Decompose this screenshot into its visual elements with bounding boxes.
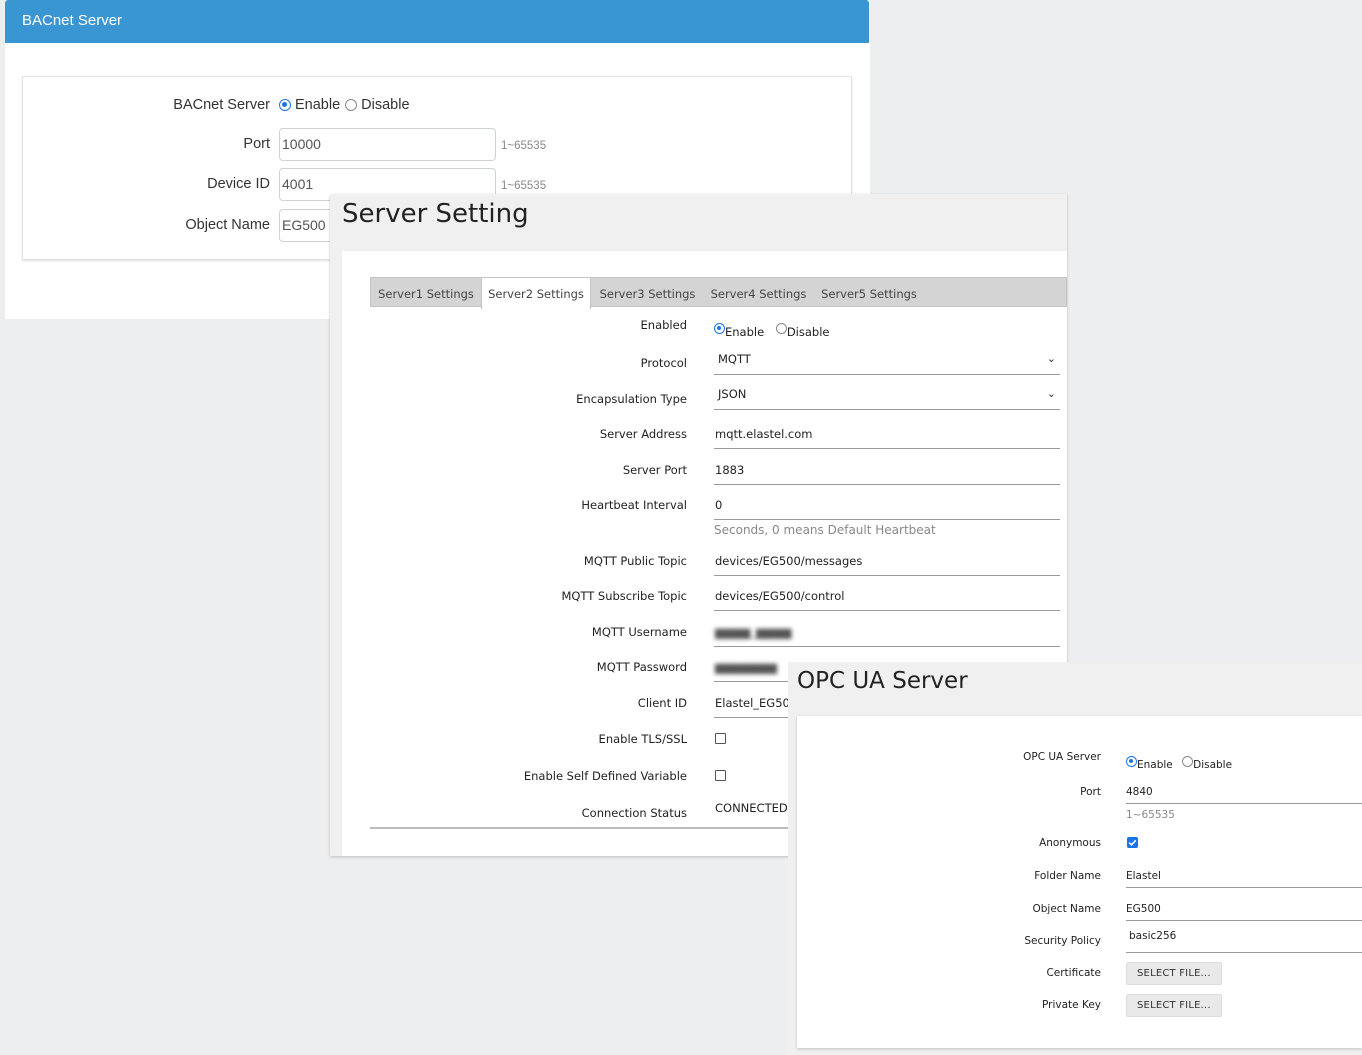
server-address-label: Server Address bbox=[599, 427, 687, 441]
bacnet-object-name-label: Object Name bbox=[185, 217, 270, 233]
protocol-label: Protocol bbox=[640, 356, 687, 370]
disable-radio-label[interactable]: Disable bbox=[361, 97, 409, 113]
mqtt-password-label: MQTT Password bbox=[596, 660, 687, 674]
heartbeat-interval-hint: Seconds, 0 means Default Heartbeat bbox=[714, 523, 936, 537]
mqtt-username-input[interactable]: ▆▆▆▆_▆▆▆▆ bbox=[714, 625, 1060, 647]
enable-self-defined-variable-checkbox[interactable] bbox=[715, 770, 726, 781]
tab-server4[interactable]: Server4 Settings bbox=[703, 278, 814, 308]
opc-enable-radio[interactable] bbox=[1126, 756, 1137, 767]
chevron-down-icon: ⌄ bbox=[1046, 352, 1056, 365]
folder-name-label: Folder Name bbox=[1034, 870, 1101, 882]
bacnet-header-title: BACnet Server bbox=[22, 12, 123, 29]
mqtt-username-blurred: ▆▆▆▆_▆▆▆▆ bbox=[715, 625, 792, 639]
opc-ua-body: OPC UA Server Enable Disable Port 4840 1… bbox=[797, 716, 1362, 1048]
mqtt-public-topic-label: MQTT Public Topic bbox=[583, 554, 687, 568]
anonymous-checkbox[interactable] bbox=[1127, 837, 1138, 848]
disable-radio[interactable] bbox=[345, 99, 358, 111]
bacnet-port-label: Port bbox=[243, 136, 270, 152]
client-id-label: Client ID bbox=[637, 696, 687, 710]
opc-object-name-label: Object Name bbox=[1032, 903, 1101, 915]
opc-object-name-input[interactable]: EG500 bbox=[1126, 903, 1362, 921]
mqtt-public-topic-input[interactable]: devices/EG500/messages bbox=[714, 554, 1060, 576]
opc-port-label: Port bbox=[1080, 786, 1101, 798]
mqtt-username-label: MQTT Username bbox=[591, 625, 687, 639]
opc-ua-panel: OPC UA Server OPC UA Server Enable Disab… bbox=[788, 662, 1362, 1055]
bacnet-enable-row: BACnet Server Enable Disable bbox=[23, 89, 853, 123]
bacnet-port-hint: 1~65535 bbox=[501, 140, 547, 152]
tab-server2[interactable]: Server2 Settings bbox=[481, 278, 591, 309]
enable-self-defined-variable-label: Enable Self Defined Variable bbox=[523, 769, 687, 783]
security-policy-label: Security Policy bbox=[1024, 935, 1101, 947]
mqtt-password-blurred: ▆▆▆▆▆▆▆ bbox=[715, 660, 777, 674]
enable-tls-ssl-label: Enable TLS/SSL bbox=[598, 732, 687, 746]
opc-disable-label[interactable]: Disable bbox=[1193, 759, 1232, 771]
server-address-input[interactable]: mqtt.elastel.com bbox=[714, 427, 1060, 449]
bacnet-enable-label: BACnet Server bbox=[173, 97, 270, 113]
server-port-label: Server Port bbox=[622, 463, 687, 477]
server-setting-title: Server Setting bbox=[342, 199, 529, 229]
certificate-label: Certificate bbox=[1046, 967, 1101, 979]
bacnet-header: BACnet Server bbox=[5, 0, 869, 43]
server-tabs: Server1 Settings Server2 Settings Server… bbox=[370, 277, 1067, 309]
tab-server5[interactable]: Server5 Settings bbox=[814, 278, 924, 308]
enable-radio-label[interactable]: Enable bbox=[295, 97, 340, 113]
folder-name-input[interactable]: Elastel bbox=[1126, 870, 1362, 888]
tab-server3[interactable]: Server3 Settings bbox=[592, 278, 703, 308]
bacnet-device-id-label: Device ID bbox=[207, 176, 270, 192]
opc-ua-server-label: OPC UA Server bbox=[1023, 751, 1101, 763]
opc-port-hint: 1~65535 bbox=[1126, 809, 1175, 821]
enabled-radios: Enable Disable bbox=[714, 323, 830, 339]
private-key-select-file-button[interactable]: SELECT FILE... bbox=[1126, 994, 1222, 1017]
bacnet-device-id-hint: 1~65535 bbox=[501, 180, 547, 192]
enabled-disable-label[interactable]: Disable bbox=[787, 325, 830, 339]
enabled-enable-label[interactable]: Enable bbox=[725, 325, 764, 339]
connection-status-label: Connection Status bbox=[581, 806, 687, 820]
server-port-input[interactable]: 1883 bbox=[714, 463, 1060, 485]
anonymous-label: Anonymous bbox=[1039, 837, 1101, 849]
enabled-label: Enabled bbox=[640, 318, 687, 332]
enabled-enable-radio[interactable] bbox=[714, 323, 725, 334]
enable-tls-ssl-checkbox[interactable] bbox=[715, 733, 726, 744]
opc-enable-label[interactable]: Enable bbox=[1137, 759, 1173, 771]
opc-ua-server-radios: Enable Disable bbox=[1126, 756, 1232, 771]
opc-ua-title: OPC UA Server bbox=[797, 668, 968, 694]
private-key-label: Private Key bbox=[1042, 999, 1101, 1011]
protocol-select[interactable]: MQTT ⌄ bbox=[714, 352, 1060, 375]
connection-status-value: CONNECTED bbox=[715, 801, 788, 815]
protocol-value: MQTT bbox=[718, 352, 751, 366]
opc-port-input[interactable]: 4840 bbox=[1126, 786, 1362, 804]
security-policy-select[interactable]: basic256 bbox=[1126, 930, 1362, 953]
encapsulation-type-label: Encapsulation Type bbox=[576, 392, 687, 406]
heartbeat-interval-label: Heartbeat Interval bbox=[581, 498, 687, 512]
enabled-disable-radio[interactable] bbox=[775, 323, 787, 334]
bacnet-enable-radios: Enable Disable bbox=[279, 97, 410, 113]
mqtt-subscribe-topic-input[interactable]: devices/EG500/control bbox=[714, 589, 1060, 611]
enable-radio[interactable] bbox=[279, 99, 291, 111]
opc-disable-radio[interactable] bbox=[1182, 756, 1194, 767]
tab-server1[interactable]: Server1 Settings bbox=[371, 278, 481, 308]
check-icon bbox=[1128, 839, 1137, 847]
bacnet-port-input[interactable]: 10000 bbox=[279, 128, 496, 161]
heartbeat-interval-input[interactable]: 0 bbox=[714, 498, 1060, 520]
encapsulation-type-value: JSON bbox=[718, 387, 747, 401]
mqtt-subscribe-topic-label: MQTT Subscribe Topic bbox=[561, 589, 687, 603]
bacnet-port-row: Port 10000 1~65535 bbox=[23, 128, 853, 162]
certificate-select-file-button[interactable]: SELECT FILE... bbox=[1126, 962, 1222, 985]
encapsulation-type-select[interactable]: JSON ⌄ bbox=[714, 387, 1060, 410]
chevron-down-icon: ⌄ bbox=[1046, 387, 1056, 400]
